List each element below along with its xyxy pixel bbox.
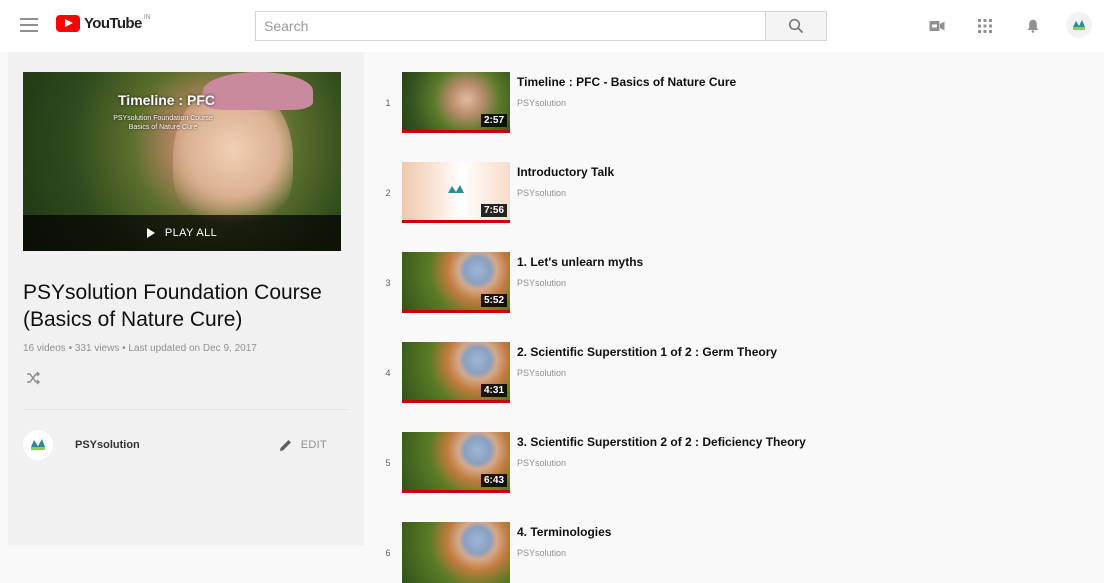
watch-progress-bar xyxy=(402,130,510,133)
list-item[interactable]: 2 7:56 Introductory Talk PSYsolution xyxy=(372,142,1104,223)
watch-progress-bar xyxy=(402,400,510,403)
edit-label: EDIT xyxy=(300,439,327,451)
video-thumbnail[interactable] xyxy=(402,522,510,583)
playlist-hero-thumbnail[interactable]: Timeline : PFC PSYsolution Foundation Co… xyxy=(23,72,341,251)
video-index: 4 xyxy=(385,368,391,378)
playlist-stats: 16 videos • 331 views • Last updated on … xyxy=(23,343,257,354)
watch-progress-bar xyxy=(402,220,510,223)
video-index: 6 xyxy=(385,548,391,558)
video-title[interactable]: 4. Terminologies xyxy=(517,525,611,539)
top-bar: YouTube IN xyxy=(0,0,1104,52)
search-button[interactable] xyxy=(765,11,827,41)
hero-image-cap xyxy=(203,72,313,110)
playlist-video-list: 1 2:57 Timeline : PFC - Basics of Nature… xyxy=(372,52,1104,583)
play-icon xyxy=(146,228,155,238)
video-thumbnail[interactable]: 2:57 xyxy=(402,72,510,133)
video-thumbnail[interactable]: 7:56 xyxy=(402,162,510,223)
playlist-owner: PSYsolution EDIT xyxy=(23,429,349,461)
video-title[interactable]: 3. Scientific Superstition 2 of 2 : Defi… xyxy=(517,435,806,449)
play-all-label: PLAY ALL xyxy=(164,227,218,239)
list-item[interactable]: 5 6:43 3. Scientific Superstition 2 of 2… xyxy=(372,412,1104,493)
owner-avatar-icon[interactable] xyxy=(23,430,53,460)
video-index: 1 xyxy=(385,98,391,108)
account-avatar-icon[interactable] xyxy=(1066,12,1092,38)
video-thumbnail[interactable]: 4:31 xyxy=(402,342,510,403)
pencil-icon xyxy=(279,440,291,451)
logo-country-code: IN xyxy=(143,14,151,21)
video-channel[interactable]: PSYsolution xyxy=(517,278,566,288)
search-input[interactable] xyxy=(255,11,765,41)
bell-icon[interactable] xyxy=(1021,14,1045,38)
watch-progress-bar xyxy=(402,490,510,493)
playlist-sidebar: Timeline : PFC PSYsolution Foundation Co… xyxy=(8,52,364,545)
video-camera-icon[interactable] xyxy=(925,14,949,38)
hero-subtitle-line1: PSYsolution Foundation Course xyxy=(113,115,213,122)
playlist-title-line1: PSYsolution Foundation Course xyxy=(23,281,322,304)
video-channel[interactable]: PSYsolution xyxy=(517,98,566,108)
playlist-title-line2: (Basics of Nature Cure) xyxy=(23,308,243,331)
video-title[interactable]: Introductory Talk xyxy=(517,165,614,179)
video-index: 5 xyxy=(385,458,391,468)
playlist-title: PSYsolution Foundation Course (Basics of… xyxy=(23,279,353,333)
header-actions xyxy=(925,14,1045,38)
video-title[interactable]: 2. Scientific Superstition 1 of 2 : Germ… xyxy=(517,345,777,359)
hero-subtitle: PSYsolution Foundation Course Basics of … xyxy=(103,114,223,132)
video-thumbnail[interactable]: 5:52 xyxy=(402,252,510,313)
video-title[interactable]: 1. Let's unlearn myths xyxy=(517,255,643,269)
edit-button[interactable]: EDIT xyxy=(279,438,327,452)
shuffle-icon[interactable] xyxy=(25,370,45,390)
list-item[interactable]: 4 4:31 2. Scientific Superstition 1 of 2… xyxy=(372,322,1104,403)
logo-text: YouTube xyxy=(84,15,142,32)
owner-name[interactable]: PSYsolution xyxy=(75,439,140,451)
search-bar xyxy=(255,11,827,41)
video-channel[interactable]: PSYsolution xyxy=(517,188,566,198)
video-thumbnail[interactable]: 6:43 xyxy=(402,432,510,493)
video-duration: 7:56 xyxy=(480,204,507,217)
video-channel[interactable]: PSYsolution xyxy=(517,368,566,378)
video-duration: 4:31 xyxy=(480,384,507,397)
sidebar-divider xyxy=(23,409,349,410)
thumbnail-logo-icon xyxy=(448,185,464,193)
youtube-play-icon xyxy=(56,15,80,32)
search-icon xyxy=(788,18,804,34)
watch-progress-bar xyxy=(402,310,510,313)
video-duration: 5:52 xyxy=(480,294,507,307)
list-item[interactable]: 6 4. Terminologies PSYsolution xyxy=(372,502,1104,583)
video-index: 3 xyxy=(385,278,391,288)
hero-subtitle-line2: Basics of Nature Cure xyxy=(128,124,198,131)
video-title[interactable]: Timeline : PFC - Basics of Nature Cure xyxy=(517,75,736,89)
video-channel[interactable]: PSYsolution xyxy=(517,548,566,558)
video-duration: 6:43 xyxy=(480,474,507,487)
hamburger-icon[interactable] xyxy=(20,18,38,32)
apps-grid-icon[interactable] xyxy=(973,14,997,38)
video-channel[interactable]: PSYsolution xyxy=(517,458,566,468)
list-item[interactable]: 3 5:52 1. Let's unlearn myths PSYsolutio… xyxy=(372,232,1104,313)
play-all-button[interactable]: PLAY ALL xyxy=(23,215,341,251)
video-duration: 2:57 xyxy=(480,114,507,127)
youtube-logo[interactable]: YouTube IN xyxy=(56,14,151,32)
video-index: 2 xyxy=(385,188,391,198)
hero-title: Timeline : PFC xyxy=(118,92,215,108)
list-item[interactable]: 1 2:57 Timeline : PFC - Basics of Nature… xyxy=(372,52,1104,133)
